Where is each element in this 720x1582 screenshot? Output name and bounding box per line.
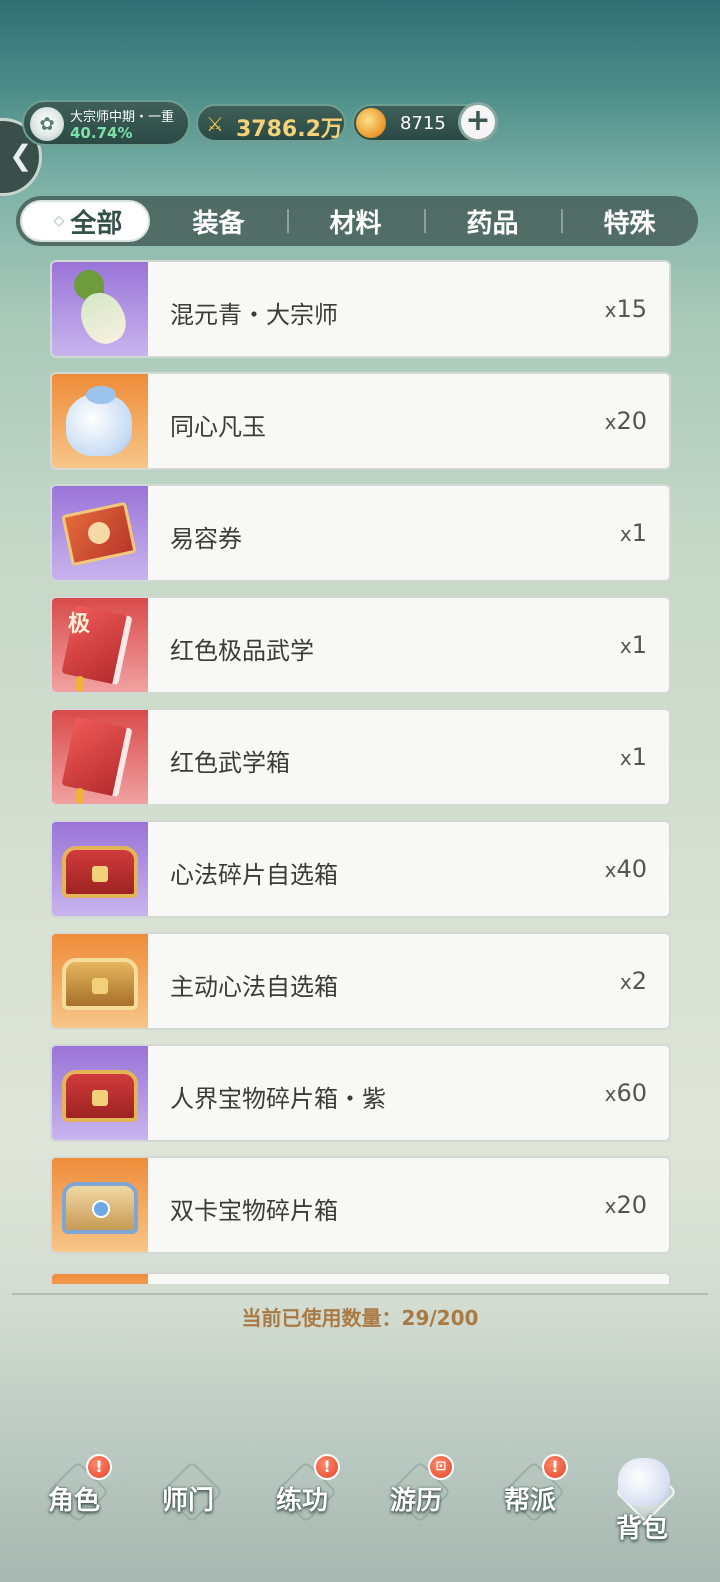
nav-label: 游历 [389, 1486, 442, 1516]
nav-label: 师门 [161, 1486, 214, 1516]
tab-all[interactable]: ◇ 全部 [20, 200, 150, 242]
nav-training[interactable]: 练功 ! [254, 1450, 350, 1560]
nav-sect[interactable]: 师门 [140, 1450, 236, 1560]
tab-label: 全部 [70, 208, 123, 239]
item-quantity: x1 [619, 631, 647, 659]
rank-emblem-icon: ✿ [30, 107, 64, 141]
divider [12, 1293, 708, 1295]
nav-bag[interactable]: 背包 [594, 1450, 690, 1560]
combat-power-value: 3786.2万 [236, 117, 343, 142]
rank-progress: 40.74% [70, 124, 133, 142]
item-quantity: x20 [604, 407, 647, 435]
tab-special[interactable]: 特殊 [561, 196, 698, 246]
blue-chest-icon [52, 1158, 148, 1252]
tab-label: 特殊 [603, 208, 656, 239]
nav-label: 练功 [275, 1486, 328, 1516]
item-quantity: x2 [619, 967, 647, 995]
category-tabs: ◇ 全部 装备 材料 药品 特殊 [16, 196, 698, 246]
alert-badge-icon: ! [542, 1454, 568, 1480]
item-name: 易容券 [170, 525, 242, 553]
book-icon: 极 [52, 598, 148, 692]
pouch-icon [52, 374, 148, 468]
gold-chest-icon [52, 934, 148, 1028]
red-chest-icon [52, 822, 148, 916]
list-item[interactable]: 心法碎片自选箱 x40 [50, 820, 671, 918]
item-name: 主动心法自选箱 [170, 973, 338, 1001]
item-name: 红色武学箱 [170, 749, 290, 777]
rank-title: 大宗师中期・一重 [70, 110, 175, 125]
tab-label: 装备 [192, 208, 245, 239]
list-item[interactable]: 双卡宝物碎片箱 x20 [50, 1156, 671, 1254]
alert-badge-icon: ! [86, 1454, 112, 1480]
list-item[interactable]: 极 红色极品武学 x1 [50, 596, 671, 694]
coin-icon [356, 108, 386, 138]
rank-badge[interactable]: ✿ 大宗师中期・一重 40.74% [22, 100, 190, 146]
nav-travel[interactable]: 游历 ⊡ [368, 1450, 464, 1560]
coin-value: 8715 [400, 113, 446, 134]
list-item[interactable]: 红色武学箱 x1 [50, 708, 671, 806]
top-status-bar: ✿ 大宗师中期・一重 40.74% ⚔ 3786.2万 8715 [0, 100, 720, 146]
tab-label: 药品 [466, 208, 519, 239]
tab-label: 材料 [329, 208, 382, 239]
item-quantity: x1 [619, 743, 647, 771]
bottom-navigation: 角色 ! 师门 练功 ! 游历 ⊡ 帮派 ! 背包 [0, 1450, 720, 1560]
nav-label: 帮派 [503, 1486, 556, 1516]
item-quantity: x40 [604, 855, 647, 883]
nav-label: 背包 [615, 1514, 668, 1544]
tab-equipment[interactable]: 装备 [150, 196, 287, 246]
item-name: 心法碎片自选箱 [170, 861, 338, 889]
diamond-deco-icon: ◇ [53, 213, 65, 229]
nav-guild[interactable]: 帮派 ! [482, 1450, 578, 1560]
tab-medicine[interactable]: 药品 [424, 196, 561, 246]
bag-icon [618, 1458, 670, 1506]
radish-icon [52, 262, 148, 356]
item-list[interactable]: 混元青・大宗师 x15 同心凡玉 x20 易容券 x1 极 红色极品武学 x1 … [50, 260, 671, 1284]
item-name: 人界宝物碎片箱・紫 [170, 1085, 386, 1113]
list-item[interactable]: 易容券 x1 [50, 484, 671, 582]
combat-power: ⚔ 3786.2万 [196, 104, 346, 142]
list-item[interactable]: 同心凡玉 x20 [50, 372, 671, 470]
item-thumbnail [52, 1274, 148, 1284]
item-quantity: x15 [604, 295, 647, 323]
item-name: 同心凡玉 [170, 413, 266, 441]
camera-badge-icon: ⊡ [428, 1454, 454, 1480]
crossed-swords-icon: ⚔ [206, 112, 224, 136]
tab-materials[interactable]: 材料 [287, 196, 424, 246]
list-item[interactable]: 人界宝物碎片箱・紫 x60 [50, 1044, 671, 1142]
item-name: 红色极品武学 [170, 637, 314, 665]
list-item-partial[interactable] [50, 1272, 671, 1284]
item-name: 双卡宝物碎片箱 [170, 1197, 338, 1225]
bag-usage-count: 当前已使用数量：29/200 [241, 1306, 479, 1330]
nav-label: 角色 [47, 1486, 100, 1516]
item-quantity: x60 [604, 1079, 647, 1107]
item-quantity: x20 [604, 1191, 647, 1219]
add-coins-button[interactable]: + [458, 102, 498, 142]
book-icon [52, 710, 148, 804]
item-quantity: x1 [619, 519, 647, 547]
ticket-icon [52, 486, 148, 580]
list-item[interactable]: 混元青・大宗师 x15 [50, 260, 671, 358]
item-name: 混元青・大宗师 [170, 301, 338, 329]
nav-character[interactable]: 角色 ! [26, 1450, 122, 1560]
list-item[interactable]: 主动心法自选箱 x2 [50, 932, 671, 1030]
alert-badge-icon: ! [314, 1454, 340, 1480]
red-chest-icon [52, 1046, 148, 1140]
